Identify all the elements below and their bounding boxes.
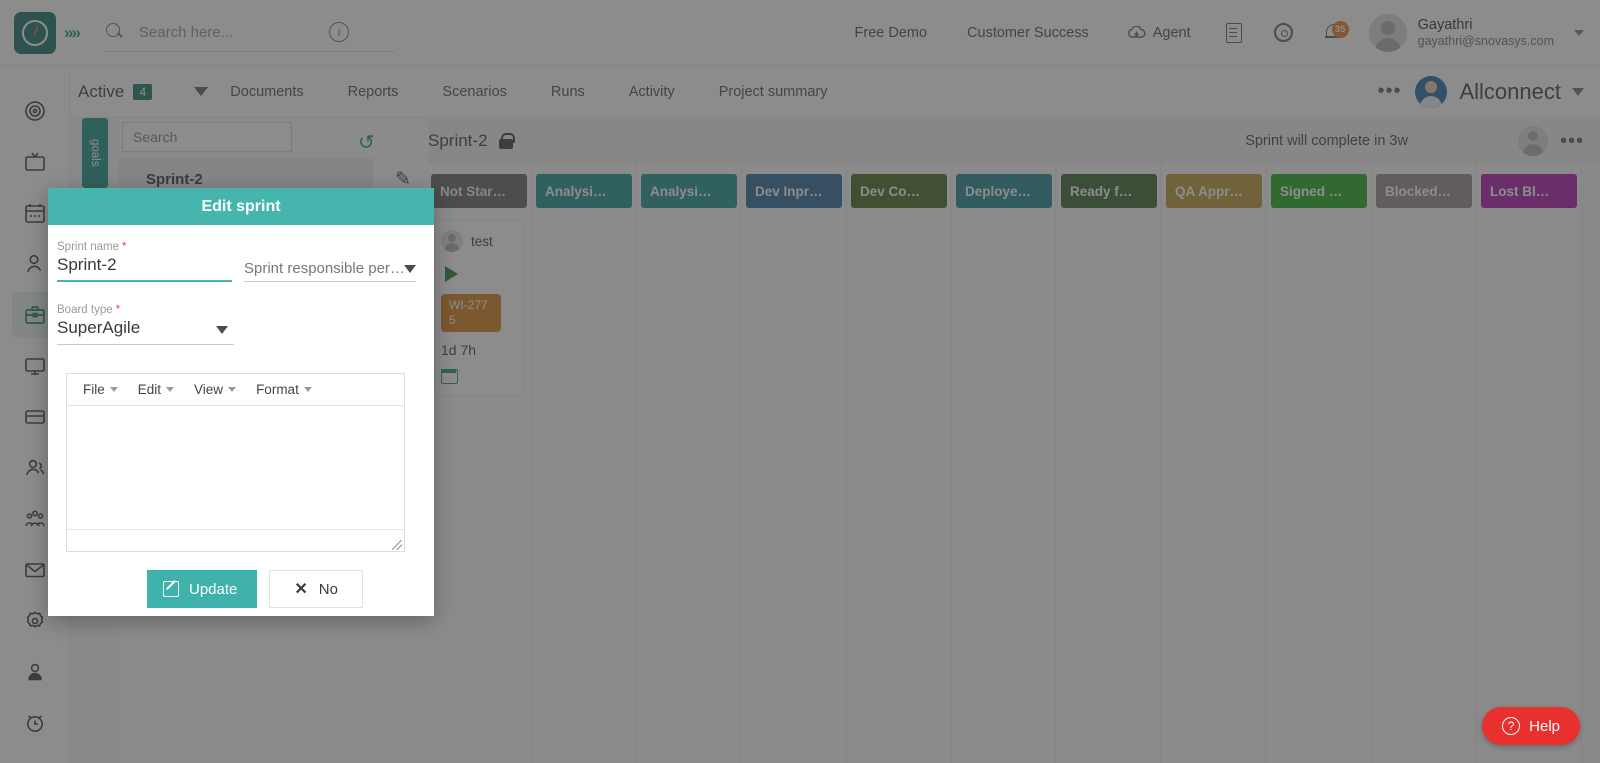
edit-pencil-icon (163, 581, 179, 597)
chevron-down-icon (228, 387, 237, 392)
cancel-button[interactable]: ✕ No (269, 570, 363, 608)
editor-menu-file-label: File (83, 382, 105, 397)
editor-menu-view-label: View (194, 382, 224, 397)
sprint-name-field: Sprint name * (57, 241, 232, 282)
edit-sprint-dialog: Edit sprint Sprint name* Sprint responsi… (48, 188, 434, 616)
required-asterisk: * (115, 304, 121, 316)
sprint-responsible-person-placeholder: Sprint responsible per… (244, 260, 404, 277)
chevron-down-icon (216, 326, 228, 334)
dialog-body: Sprint name* Sprint responsible per… Boa… (48, 225, 434, 608)
update-button-label: Update (189, 580, 238, 598)
help-button[interactable]: ? Help (1482, 707, 1580, 745)
dialog-actions: Update ✕ No (57, 570, 416, 608)
dialog-row-1: Sprint name* Sprint responsible per… (57, 241, 416, 282)
chevron-down-icon (303, 387, 312, 392)
description-rich-text-editor: File Edit View Format (66, 373, 405, 552)
chevron-down-icon (404, 265, 416, 273)
editor-menu-file[interactable]: File (77, 382, 124, 397)
sprint-name-input[interactable] (57, 253, 232, 282)
editor-menu-edit[interactable]: Edit (132, 382, 180, 397)
board-type-select[interactable]: SuperAgile (57, 316, 234, 345)
app-root: »» i Free Demo Customer Success Agent (0, 0, 1600, 763)
editor-menu-view[interactable]: View (188, 382, 242, 397)
board-type-label-text: Board type (57, 304, 113, 316)
cancel-button-label: No (318, 580, 338, 598)
required-asterisk: * (122, 241, 127, 253)
question-mark-icon: ? (1502, 717, 1521, 735)
update-button[interactable]: Update (147, 570, 258, 608)
resize-handle[interactable] (392, 540, 402, 550)
help-button-label: Help (1529, 717, 1560, 735)
editor-menu-format-label: Format (256, 382, 299, 397)
chevron-down-icon (166, 387, 175, 392)
sprint-responsible-person-select[interactable]: Sprint responsible per… (244, 260, 416, 282)
editor-menu-format[interactable]: Format (250, 382, 318, 397)
sprint-name-label: Sprint name * (57, 241, 232, 253)
editor-statusbar (67, 529, 404, 551)
board-type-field: Board type * SuperAgile (57, 304, 234, 345)
board-type-label: Board type * (57, 304, 234, 316)
editor-menu-edit-label: Edit (137, 382, 162, 397)
close-icon: ✕ (294, 581, 308, 598)
chevron-down-icon (109, 387, 118, 392)
sprint-name-label-text: Sprint name (57, 241, 120, 253)
editor-content-area[interactable] (67, 406, 404, 529)
dialog-title: Edit sprint (48, 188, 434, 225)
editor-menubar: File Edit View Format (67, 374, 404, 406)
